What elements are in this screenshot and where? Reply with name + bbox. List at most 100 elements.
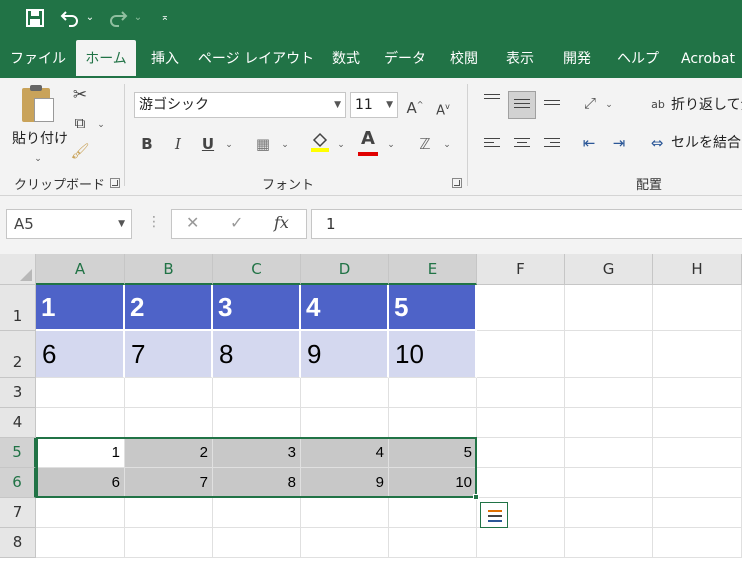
cell-b4[interactable] (125, 408, 213, 438)
formula-input[interactable]: 1 (311, 209, 742, 239)
bold-button[interactable]: B (138, 133, 156, 155)
cell-f6[interactable] (477, 468, 565, 498)
cell-e7[interactable] (389, 498, 477, 528)
customize-qat-icon[interactable]: ⌅ (158, 6, 172, 30)
cell-d2[interactable]: 9 (301, 331, 389, 378)
copy-dropdown-icon[interactable]: ⌄ (96, 114, 106, 136)
copy-icon[interactable]: ⧉ (68, 112, 92, 134)
tab-acrobat[interactable]: Acrobat (674, 40, 742, 78)
cell-f8[interactable] (477, 528, 565, 558)
cell-e4[interactable] (389, 408, 477, 438)
cell-h5[interactable] (653, 438, 742, 468)
increase-indent-icon[interactable]: ⇥ (608, 132, 630, 154)
cell-d1[interactable]: 4 (301, 285, 389, 331)
cell-a7[interactable] (36, 498, 125, 528)
cell-b3[interactable] (125, 378, 213, 408)
cell-c4[interactable] (213, 408, 301, 438)
redo-dropdown-icon[interactable]: ⌄ (132, 6, 144, 30)
cell-c7[interactable] (213, 498, 301, 528)
cell-g8[interactable] (565, 528, 653, 558)
underline-button[interactable]: U (199, 133, 217, 155)
font-size-combo[interactable]: 11 ▼ (350, 92, 398, 118)
cell-b2[interactable]: 7 (125, 331, 213, 378)
fill-color-dropdown-icon[interactable]: ⌄ (336, 134, 346, 156)
tab-help[interactable]: ヘルプ (610, 40, 666, 78)
cell-d4[interactable] (301, 408, 389, 438)
cell-h7[interactable] (653, 498, 742, 528)
font-color-button[interactable]: A (356, 128, 380, 156)
fill-handle[interactable] (473, 494, 479, 500)
cell-h4[interactable] (653, 408, 742, 438)
fill-color-button[interactable] (308, 131, 332, 153)
tab-page-layout[interactable]: ページ レイアウト (196, 40, 316, 78)
borders-dropdown-icon[interactable]: ⌄ (280, 134, 290, 156)
cell-h3[interactable] (653, 378, 742, 408)
tab-insert[interactable]: 挿入 (142, 40, 188, 78)
align-top-icon[interactable] (484, 94, 500, 108)
tab-review[interactable]: 校閲 (440, 40, 488, 78)
underline-dropdown-icon[interactable]: ⌄ (224, 134, 234, 156)
align-bottom-icon[interactable] (544, 100, 560, 114)
tab-view[interactable]: 表示 (496, 40, 544, 78)
align-left-icon[interactable] (484, 138, 500, 152)
cell-a8[interactable] (36, 528, 125, 558)
redo-icon[interactable] (106, 6, 130, 30)
cell-h6[interactable] (653, 468, 742, 498)
cell-f1[interactable] (477, 285, 565, 331)
undo-dropdown-icon[interactable]: ⌄ (84, 6, 96, 30)
cell-e8[interactable] (389, 528, 477, 558)
cell-g5[interactable] (565, 438, 653, 468)
undo-icon[interactable] (58, 6, 82, 30)
row-header-8[interactable]: 8 (0, 528, 36, 558)
row-header-4[interactable]: 4 (0, 408, 36, 438)
column-header-f[interactable]: F (477, 254, 565, 285)
font-color-dropdown-icon[interactable]: ⌄ (386, 134, 396, 156)
font-name-combo[interactable]: 游ゴシック ▼ (134, 92, 346, 118)
select-all-button[interactable] (0, 254, 36, 285)
column-header-a[interactable]: A (36, 254, 125, 285)
cell-a1[interactable]: 1 (36, 285, 125, 331)
align-center-icon[interactable] (514, 138, 530, 152)
borders-icon[interactable]: ▦ (252, 133, 274, 155)
cell-e3[interactable] (389, 378, 477, 408)
row-header-3[interactable]: 3 (0, 378, 36, 408)
row-header-7[interactable]: 7 (0, 498, 36, 528)
cell-h1[interactable] (653, 285, 742, 331)
row-header-6[interactable]: 6 (0, 468, 36, 498)
quick-analysis-icon[interactable] (480, 502, 508, 528)
phonetic-icon[interactable]: ℤ (414, 133, 436, 155)
formula-bar-grip-icon[interactable]: ⋮ (147, 214, 161, 230)
cell-g2[interactable] (565, 331, 653, 378)
tab-home[interactable]: ホーム (76, 40, 136, 78)
cell-f5[interactable] (477, 438, 565, 468)
cell-h8[interactable] (653, 528, 742, 558)
cell-d3[interactable] (301, 378, 389, 408)
paste-dropdown-icon[interactable]: ⌄ (32, 148, 44, 170)
cell-d8[interactable] (301, 528, 389, 558)
row-header-1[interactable]: 1 (0, 285, 36, 331)
column-header-e[interactable]: E (389, 254, 477, 285)
cell-c2[interactable]: 8 (213, 331, 301, 378)
align-right-icon[interactable] (544, 138, 560, 152)
cell-h2[interactable] (653, 331, 742, 378)
cell-f3[interactable] (477, 378, 565, 408)
cell-b1[interactable]: 2 (125, 285, 213, 331)
row-header-5[interactable]: 5 (0, 438, 36, 468)
tab-file[interactable]: ファイル (6, 40, 70, 78)
tab-data[interactable]: データ (378, 40, 432, 78)
enter-icon[interactable]: ✓ (230, 213, 243, 232)
cell-e2[interactable]: 10 (389, 331, 477, 378)
phonetic-dropdown-icon[interactable]: ⌄ (442, 134, 452, 156)
cell-e1[interactable]: 5 (389, 285, 477, 331)
cell-c3[interactable] (213, 378, 301, 408)
column-header-g[interactable]: G (565, 254, 653, 285)
wrap-text-button[interactable]: 折り返して全 (671, 94, 742, 116)
grow-font-icon[interactable]: A^ (406, 94, 424, 117)
cell-g1[interactable] (565, 285, 653, 331)
decrease-indent-icon[interactable]: ⇤ (578, 132, 600, 154)
column-header-h[interactable]: H (653, 254, 742, 285)
tab-formulas[interactable]: 数式 (322, 40, 370, 78)
orientation-dropdown-icon[interactable]: ⌄ (604, 94, 614, 116)
cell-f4[interactable] (477, 408, 565, 438)
cell-d7[interactable] (301, 498, 389, 528)
